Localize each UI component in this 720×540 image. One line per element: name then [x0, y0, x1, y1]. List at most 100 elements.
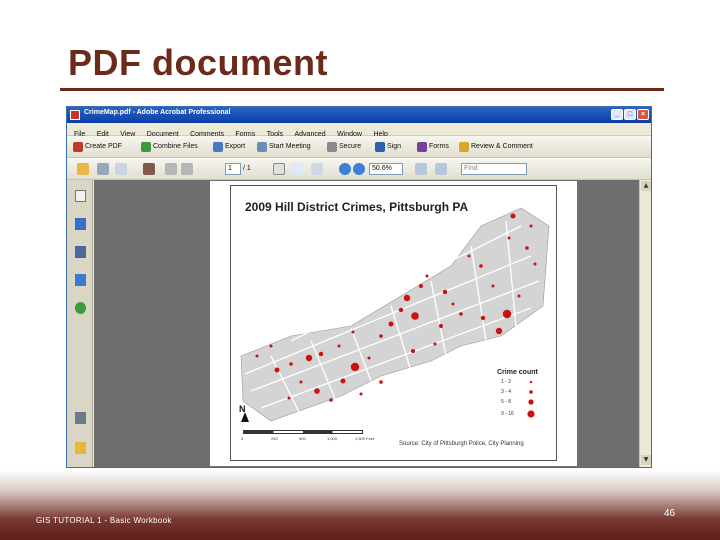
crime-point — [442, 289, 448, 295]
crime-point — [529, 224, 533, 228]
sign-button[interactable]: Sign — [375, 140, 401, 154]
help-icon[interactable] — [75, 302, 86, 314]
tasks-toolbar: Create PDF Combine Files Export Start Me… — [67, 136, 651, 158]
crime-point — [525, 246, 529, 250]
crime-point — [350, 362, 360, 372]
acrobat-window: CrimeMap.pdf - Adobe Acrobat Professiona… — [66, 106, 652, 468]
scroll-down-icon[interactable]: ▼ — [641, 455, 651, 465]
zoom-out-icon[interactable] — [339, 163, 351, 175]
start-meeting-button[interactable]: Start Meeting — [257, 140, 311, 154]
close-button[interactable]: × — [637, 109, 649, 120]
crime-point — [255, 354, 259, 358]
crime-point — [517, 294, 521, 298]
crime-point — [495, 327, 503, 335]
zoom-tool-icon[interactable] — [311, 163, 323, 175]
crime-point — [340, 378, 346, 384]
window-titlebar: CrimeMap.pdf - Adobe Acrobat Professiona… — [67, 107, 651, 123]
crime-point — [459, 312, 463, 316]
prev-page-icon[interactable] — [165, 163, 177, 175]
legend-symbol-2 — [529, 390, 533, 394]
title-divider — [60, 88, 664, 91]
legend-symbol-1 — [529, 380, 533, 384]
attachments-page-icon[interactable] — [75, 218, 86, 230]
crime-point — [480, 315, 486, 321]
crime-point — [507, 236, 511, 240]
street-map — [240, 207, 550, 422]
create-pdf-icon — [73, 142, 83, 152]
footer-text: GIS TUTORIAL 1 - Basic Workbook — [36, 516, 172, 525]
crime-point — [305, 354, 313, 362]
crime-point — [425, 274, 429, 278]
scale-label: 0 — [241, 436, 244, 441]
fit-width-icon[interactable] — [435, 163, 447, 175]
secure-label: Secure — [339, 143, 362, 150]
forms-icon — [417, 142, 427, 152]
crime-point — [379, 380, 383, 384]
north-arrow-icon — [241, 412, 249, 422]
crime-point — [269, 344, 273, 348]
crime-point — [367, 356, 371, 360]
page-total: / 1 — [243, 165, 251, 172]
map-title: 2009 Hill District Crimes, Pittsburgh PA — [245, 200, 469, 214]
crime-point — [329, 398, 333, 402]
sign-label: Sign — [387, 143, 402, 150]
crime-point — [318, 351, 324, 357]
vertical-scrollbar[interactable]: ▲ ▼ — [639, 180, 651, 467]
signatures-icon[interactable] — [75, 274, 86, 286]
crime-point — [287, 396, 291, 400]
scale-label: 1,500 Feet — [355, 436, 375, 441]
next-page-icon[interactable] — [181, 163, 193, 175]
layers-icon[interactable] — [75, 246, 86, 258]
crime-point — [359, 392, 363, 396]
crime-point — [451, 302, 455, 306]
comments-icon[interactable] — [75, 442, 86, 454]
maximize-button[interactable]: □ — [624, 109, 636, 120]
scroll-up-icon[interactable]: ▲ — [641, 181, 651, 191]
pen-icon — [375, 142, 385, 152]
open-folder-icon[interactable] — [77, 163, 89, 175]
paperclip-icon[interactable] — [75, 412, 86, 424]
crime-point — [379, 334, 383, 338]
pdf-page: 2009 Hill District Crimes, Pittsburgh PA… — [210, 181, 577, 466]
briefcase-icon[interactable] — [143, 163, 155, 175]
legend-label: 5 - 8 — [501, 399, 512, 405]
combine-files-icon — [141, 142, 151, 152]
crime-point — [289, 362, 293, 366]
hand-tool-icon[interactable] — [273, 163, 285, 175]
map-frame: 2009 Hill District Crimes, Pittsburgh PA… — [230, 185, 557, 461]
scale-label: 1,000 — [327, 436, 338, 441]
slide-title: PDF document — [68, 42, 329, 83]
zoom-in-icon[interactable] — [353, 163, 365, 175]
footer-band — [0, 470, 720, 540]
combine-files-button[interactable]: Combine Files — [141, 140, 198, 154]
export-icon — [213, 142, 223, 152]
acrobat-app-icon — [70, 110, 80, 120]
review-comment-label: Review & Comment — [471, 143, 533, 150]
export-button[interactable]: Export — [213, 140, 245, 154]
review-comment-button[interactable]: Review & Comment — [459, 140, 533, 154]
create-pdf-button[interactable]: Create PDF — [73, 140, 122, 154]
scale-label: 500 — [299, 436, 306, 441]
legend-symbol-3 — [528, 399, 534, 405]
crime-point — [351, 330, 355, 334]
pages-icon[interactable] — [75, 190, 86, 202]
legend-label: 1 - 2 — [501, 379, 512, 385]
secure-button[interactable]: Secure — [327, 140, 361, 154]
crime-point — [314, 388, 320, 394]
navigation-pane — [67, 180, 93, 467]
crime-point — [419, 284, 423, 288]
page-number-field[interactable]: 1 — [225, 163, 241, 175]
print-icon[interactable] — [97, 163, 109, 175]
scale-bar — [243, 430, 363, 434]
document-viewer[interactable]: 2009 Hill District Crimes, Pittsburgh PA… — [94, 180, 639, 467]
minimize-button[interactable]: _ — [611, 109, 623, 120]
forms-button[interactable]: Forms — [417, 140, 449, 154]
email-icon[interactable] — [115, 163, 127, 175]
find-field[interactable]: Find — [461, 163, 527, 175]
legend-symbol-4 — [527, 410, 535, 418]
zoom-level-field[interactable]: 50.6% — [369, 163, 403, 175]
select-text-icon[interactable] — [291, 163, 303, 175]
fit-page-icon[interactable] — [415, 163, 427, 175]
meeting-icon — [257, 142, 267, 152]
legend-title: Crime count — [497, 369, 538, 376]
